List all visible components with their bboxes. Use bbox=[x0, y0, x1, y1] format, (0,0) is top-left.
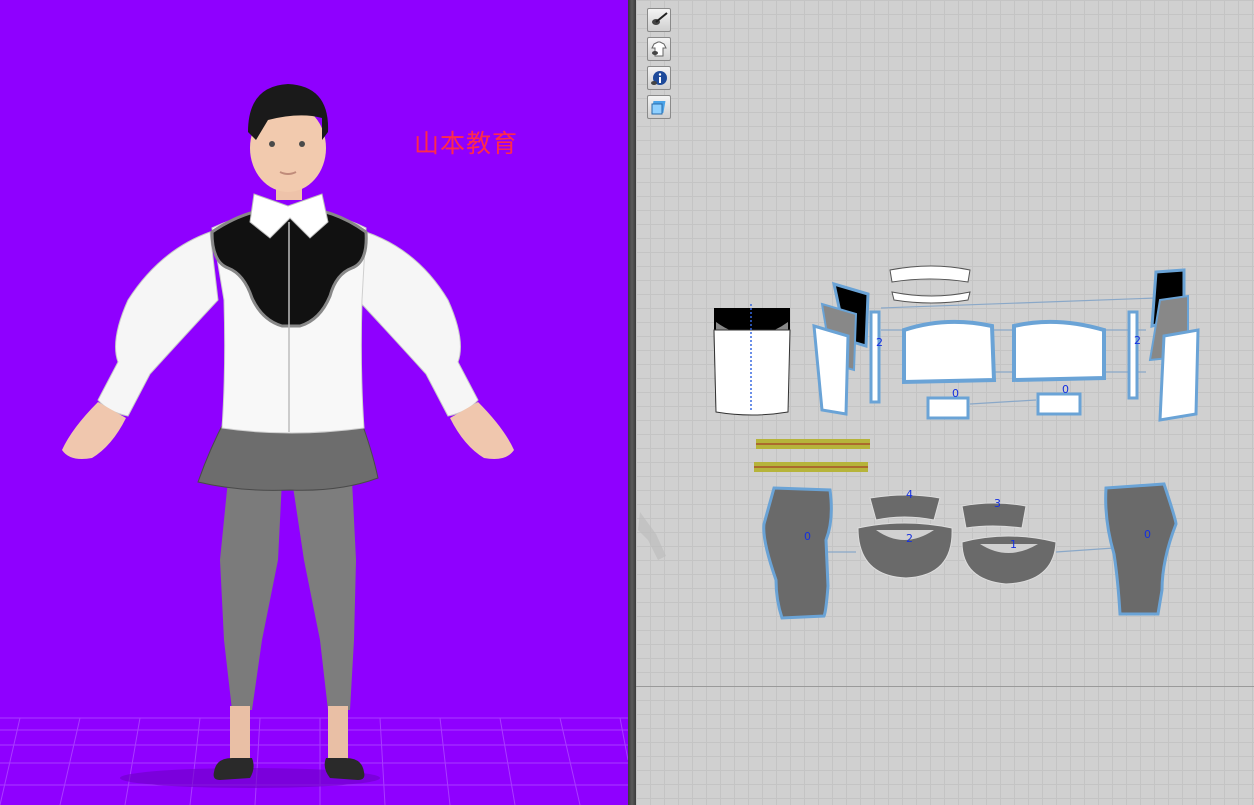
skirt-left-label: 2 bbox=[906, 532, 913, 545]
3d-scene bbox=[0, 84, 628, 805]
waistband-pieces[interactable] bbox=[754, 439, 870, 472]
skirt-band-right-label: 3 bbox=[994, 497, 1001, 510]
right-yoke-piece[interactable] bbox=[1148, 268, 1200, 422]
left-sleeve bbox=[97, 231, 219, 417]
right-cuff-piece[interactable]: 0 bbox=[1036, 383, 1082, 416]
right-sleeve-piece[interactable] bbox=[1012, 319, 1106, 383]
left-cuff-piece[interactable]: 0 bbox=[926, 387, 970, 420]
skirt-right-label: 1 bbox=[1010, 538, 1017, 551]
skirt-left-piece[interactable]: 2 bbox=[857, 522, 953, 579]
left-leg bbox=[220, 480, 282, 710]
front-bodice-piece[interactable] bbox=[713, 304, 791, 416]
right-shoe bbox=[324, 758, 365, 780]
right-sleeve bbox=[357, 231, 479, 417]
3d-viewport[interactable]: 山本教育 bbox=[0, 0, 628, 805]
skirt-band-right-piece[interactable]: 3 bbox=[961, 497, 1027, 529]
right-pants-piece[interactable]: 0 bbox=[1104, 482, 1178, 616]
pants-left-label: 0 bbox=[804, 530, 811, 543]
avatar[interactable] bbox=[62, 84, 514, 780]
left-yoke-piece[interactable] bbox=[812, 281, 870, 416]
2d-pattern-viewport[interactable]: 2 2 0 0 0 4 2 3 1 0 bbox=[636, 0, 1254, 805]
right-leg bbox=[292, 480, 356, 710]
right-sleeve-strip[interactable]: 2 bbox=[1127, 310, 1141, 400]
left-sleeve-strip[interactable]: 2 bbox=[869, 310, 883, 404]
cuff-right-label: 0 bbox=[1062, 383, 1069, 396]
left-sleeve-piece[interactable] bbox=[902, 319, 997, 385]
collar-piece[interactable] bbox=[889, 265, 971, 304]
sleeve-left-label: 2 bbox=[876, 336, 883, 349]
sleeve-right-label: 2 bbox=[1134, 334, 1141, 347]
watermark-text: 山本教育 bbox=[414, 129, 519, 158]
left-pants-piece[interactable]: 0 bbox=[762, 486, 833, 620]
pattern-canvas[interactable]: 2 2 0 0 0 4 2 3 1 0 bbox=[636, 0, 1254, 805]
left-shoe bbox=[213, 758, 254, 780]
skirt-band-left-piece[interactable]: 4 bbox=[869, 488, 941, 521]
viewport-splitter[interactable] bbox=[628, 0, 636, 805]
floor-grid bbox=[0, 717, 628, 805]
skirt-band-left-label: 4 bbox=[906, 488, 913, 501]
skirt-right-piece[interactable]: 1 bbox=[961, 535, 1057, 585]
cuff-left-label: 0 bbox=[952, 387, 959, 400]
ghost-avatar-hand bbox=[638, 512, 666, 560]
pants-right-label: 0 bbox=[1144, 528, 1151, 541]
